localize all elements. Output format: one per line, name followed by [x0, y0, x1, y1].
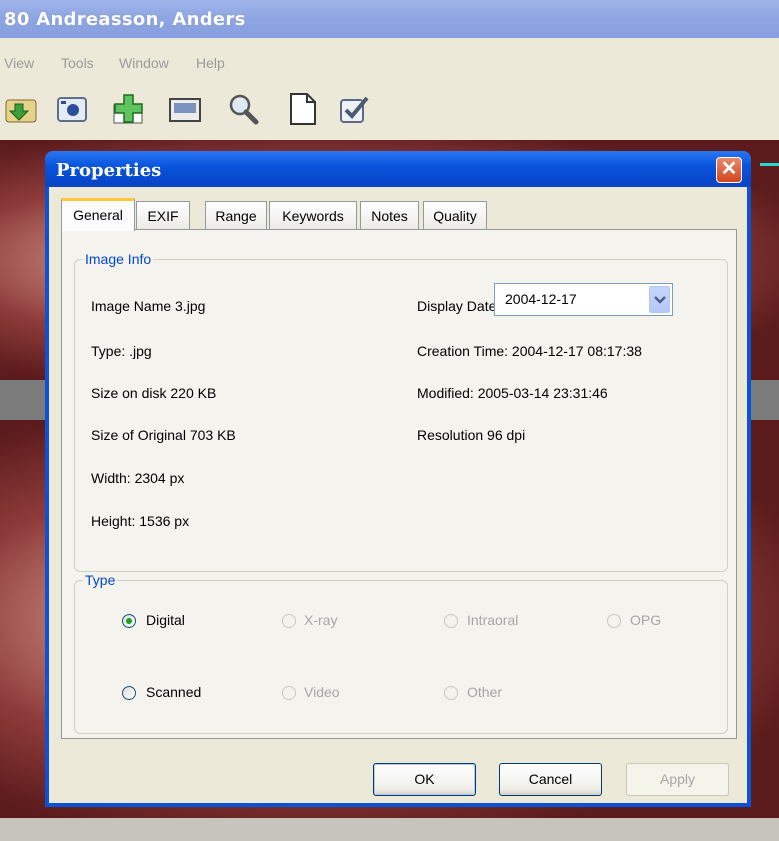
- display-date-value: 2004-12-17: [505, 291, 577, 307]
- radio-other: [444, 686, 458, 700]
- size-original-label: Size of Original 703 KB: [91, 427, 236, 443]
- folder-import-icon[interactable]: [4, 92, 38, 126]
- height-label: Height: 1536 px: [91, 513, 190, 529]
- add-icon[interactable]: [111, 92, 145, 126]
- size-on-disk-label: Size on disk 220 KB: [91, 385, 217, 401]
- close-button[interactable]: ✕: [716, 157, 742, 183]
- image-info-legend: Image Info: [85, 251, 152, 267]
- radio-opg-label: OPG: [630, 612, 662, 628]
- display-date-label: Display Date:: [417, 298, 501, 314]
- checkbox-icon[interactable]: [337, 92, 371, 126]
- image-name-label: Image Name 3.jpg: [91, 298, 206, 314]
- camera-icon[interactable]: [55, 92, 89, 126]
- app-title: 80 Andreasson, Anders: [4, 9, 246, 30]
- radio-scanned-label[interactable]: Scanned: [146, 684, 201, 700]
- tab-notes[interactable]: Notes: [360, 201, 419, 229]
- radio-video-label: Video: [304, 684, 340, 700]
- apply-button: Apply: [626, 763, 729, 796]
- menu-window[interactable]: Window: [119, 55, 169, 71]
- dialog-title: Properties: [56, 160, 162, 181]
- menu-help[interactable]: Help: [196, 55, 225, 71]
- resolution-label: Resolution 96 dpi: [417, 427, 526, 443]
- radio-digital-label[interactable]: Digital: [146, 612, 185, 628]
- radio-other-label: Other: [467, 684, 503, 700]
- tab-keywords[interactable]: Keywords: [269, 201, 357, 229]
- radio-intraoral-label: Intraoral: [467, 612, 519, 628]
- display-date-select[interactable]: 2004-12-17: [494, 283, 673, 316]
- dropdown-button[interactable]: [649, 286, 670, 313]
- menu-tools[interactable]: Tools: [61, 55, 94, 71]
- radio-xray-label: X-ray: [304, 612, 338, 628]
- type-group: Type: [74, 572, 728, 734]
- image-icon[interactable]: [168, 92, 202, 126]
- app-title-bar: 80 Andreasson, Anders: [0, 0, 779, 38]
- chevron-down-icon: [654, 296, 666, 304]
- type-label: Type: .jpg: [91, 343, 152, 359]
- modified-label: Modified: 2005-03-14 23:31:46: [417, 385, 608, 401]
- tab-general[interactable]: General: [61, 198, 135, 231]
- radio-xray: [282, 614, 296, 628]
- tab-range[interactable]: Range: [205, 201, 267, 229]
- radio-video: [282, 686, 296, 700]
- radio-digital[interactable]: [122, 614, 136, 628]
- cancel-button[interactable]: Cancel: [499, 763, 602, 796]
- document-icon[interactable]: [285, 92, 319, 126]
- radio-intraoral: [444, 614, 458, 628]
- ok-button[interactable]: OK: [373, 763, 476, 796]
- dialog-title-bar[interactable]: Properties ✕: [45, 151, 751, 187]
- creation-time-label: Creation Time: 2004-12-17 08:17:38: [417, 343, 642, 359]
- tab-exif[interactable]: EXIF: [136, 201, 190, 229]
- tab-quality[interactable]: Quality: [423, 201, 487, 229]
- magnifier-icon[interactable]: [226, 92, 260, 126]
- menu-view[interactable]: View: [4, 55, 34, 71]
- type-legend: Type: [85, 572, 116, 588]
- width-label: Width: 2304 px: [91, 470, 185, 486]
- menu-bar: View Tools Window Help: [0, 38, 779, 78]
- radio-scanned[interactable]: [122, 686, 136, 700]
- radio-opg: [607, 614, 621, 628]
